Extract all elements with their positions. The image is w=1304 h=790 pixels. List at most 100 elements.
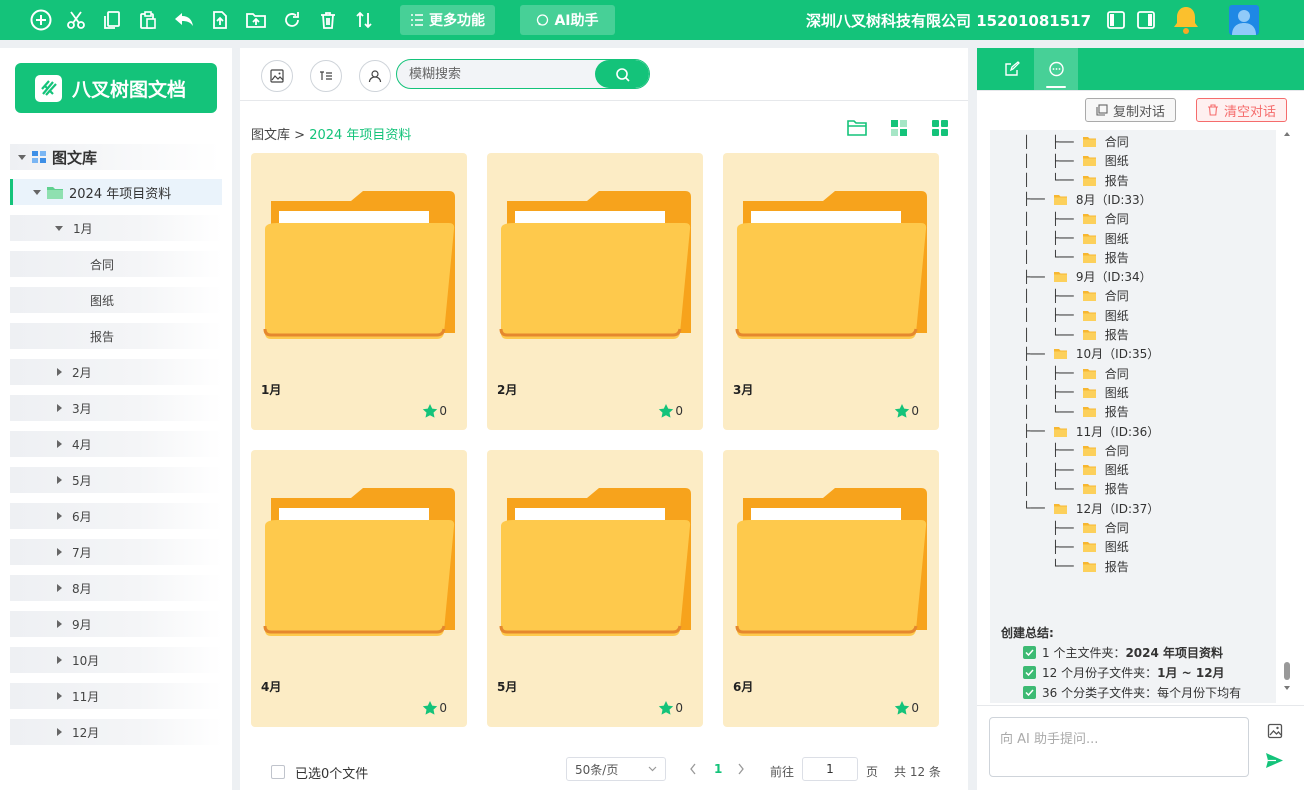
ask-ai-input[interactable]: 向 AI 助手提问... [989, 717, 1249, 777]
refresh-icon[interactable] [281, 9, 303, 31]
image-icon [270, 69, 284, 83]
folder-icon [1053, 271, 1067, 283]
tree-item-month[interactable]: 10月 [10, 647, 222, 673]
ai-assistant-button[interactable]: AI助手 [520, 5, 615, 35]
check-icon [1023, 666, 1036, 679]
tree-item-month[interactable]: 9月 [10, 611, 222, 637]
user-avatar[interactable] [1229, 5, 1259, 35]
search-input[interactable] [397, 60, 597, 88]
tree-root-library[interactable]: 图文库 [10, 144, 220, 170]
tree-item-contract[interactable]: 合同 [10, 251, 222, 277]
tree-line-text: 10月（ID:35） [1075, 347, 1160, 362]
tree-connector: │ ├── [1023, 134, 1081, 149]
divider [977, 705, 1304, 706]
tree-item-label: 报告 [90, 329, 115, 344]
chat-icon [537, 13, 549, 26]
folder-card[interactable]: 6月 0 [723, 450, 939, 727]
chat-scrollbar[interactable] [1282, 130, 1292, 703]
tree-line: │ └── 报告 [1023, 248, 1129, 267]
folder-card[interactable]: 3月 0 [723, 153, 939, 430]
tree-item-month[interactable]: 11月 [10, 683, 222, 709]
tree-item-drawing[interactable]: 图纸 [10, 287, 222, 313]
chat-bubble-icon [1048, 61, 1064, 76]
tree-connector: └── [1023, 501, 1052, 516]
page-size-select[interactable]: 50条/页 [566, 757, 666, 781]
tree-item-month[interactable]: 3月 [10, 395, 222, 421]
upload-folder-icon[interactable] [245, 9, 267, 31]
tree-item-project[interactable]: 2024 年项目资料 [10, 179, 222, 205]
goto-page-input[interactable]: 1 [802, 757, 858, 781]
export-file-icon[interactable] [209, 9, 231, 31]
folder-card[interactable]: 4月 0 [251, 450, 467, 727]
search-button[interactable] [595, 60, 649, 88]
add-icon[interactable] [30, 9, 52, 31]
upload-image-icon[interactable] [1267, 723, 1283, 739]
copy-chat-button[interactable]: 复制对话 [1085, 98, 1177, 122]
paste-icon[interactable] [137, 9, 159, 31]
tree-line: ├── 9月（ID:34） [1023, 267, 1152, 286]
folder-icon [1082, 329, 1096, 340]
tree-connector: ├── [1023, 424, 1052, 438]
send-icon[interactable] [1265, 752, 1284, 769]
tree-line-text: 图纸 [1104, 463, 1129, 478]
grid-view-icon[interactable] [930, 118, 950, 138]
caret-right-icon [57, 476, 62, 484]
copy-icon[interactable] [101, 9, 123, 31]
folder-card[interactable]: 1月 0 [251, 153, 467, 430]
favorite-count[interactable]: 0 [422, 700, 447, 716]
clear-chat-label: 清空对话 [1224, 104, 1277, 120]
breadcrumb-root[interactable]: 图文库 [251, 128, 290, 143]
tree-connector: ├── [1023, 269, 1052, 284]
more-features-button[interactable]: 更多功能 [400, 5, 495, 35]
tree-item-month[interactable]: 8月 [10, 575, 222, 601]
folder-view-icon[interactable] [847, 118, 867, 138]
star-icon [895, 404, 910, 418]
favorite-count[interactable]: 0 [894, 700, 919, 716]
chevron-down-icon [648, 766, 657, 772]
favorite-count[interactable]: 0 [422, 403, 447, 419]
user-filter-button[interactable] [359, 60, 391, 92]
current-page[interactable]: 1 [714, 762, 722, 776]
cut-icon[interactable] [65, 9, 87, 31]
delete-icon[interactable] [317, 9, 339, 31]
folder-icon [1082, 290, 1096, 302]
user-icon [368, 70, 382, 83]
undo-icon[interactable] [173, 9, 195, 31]
tree-item-report[interactable]: 报告 [10, 323, 222, 349]
sort-icon[interactable] [353, 9, 375, 31]
tree-connector: │ └── [1023, 327, 1081, 342]
tree-line: │ ├── 合同 [1023, 286, 1129, 305]
caret-right-icon [57, 368, 62, 376]
folder-card[interactable]: 5月 0 [487, 450, 703, 727]
tree-connector: │ ├── [1023, 443, 1081, 458]
tree-item-month[interactable]: 7月 [10, 539, 222, 565]
tree-item-label: 8月 [72, 581, 92, 596]
folder-icon [47, 186, 63, 199]
right-panel-toggle-icon[interactable] [1135, 9, 1157, 31]
folder-card[interactable]: 2月 0 [487, 153, 703, 430]
favorite-count[interactable]: 0 [658, 700, 683, 716]
tree-item-month[interactable]: 6月 [10, 503, 222, 529]
prev-page-icon[interactable] [689, 763, 697, 775]
tree-item-month[interactable]: 5月 [10, 467, 222, 493]
tree-item-month-1[interactable]: 1月 [10, 215, 222, 241]
tree-item-month[interactable]: 4月 [10, 431, 222, 457]
left-panel-toggle-icon[interactable] [1105, 9, 1127, 31]
mosaic-view-icon[interactable] [889, 118, 909, 138]
select-all-checkbox[interactable] [271, 765, 285, 779]
chat-messages: │ ├── 合同 │ ├── 图纸 │ └── 报告 ├── 8月（ID:33） │ ├… [990, 130, 1276, 703]
clear-chat-button[interactable]: 清空对话 [1196, 98, 1288, 122]
image-search-button[interactable] [261, 60, 293, 92]
tab-chat[interactable] [1034, 48, 1078, 90]
next-page-icon[interactable] [737, 763, 745, 775]
tree-item-month[interactable]: 2月 [10, 359, 222, 385]
notification-bell-icon[interactable] [1172, 4, 1200, 36]
text-search-button[interactable] [310, 60, 342, 92]
more-features-label: 更多功能 [429, 13, 485, 29]
favorite-count[interactable]: 0 [894, 403, 919, 419]
folder-icon [735, 189, 927, 339]
tab-edit[interactable] [990, 48, 1034, 90]
caret-right-icon [57, 440, 62, 448]
tree-item-month[interactable]: 12月 [10, 719, 222, 745]
favorite-count[interactable]: 0 [658, 403, 683, 419]
